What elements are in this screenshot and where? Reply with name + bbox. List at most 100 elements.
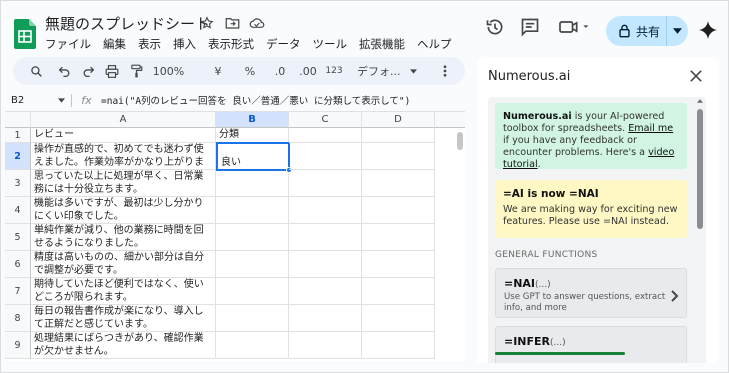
undo-icon[interactable] xyxy=(53,60,75,82)
zoom-select[interactable]: 100% xyxy=(153,60,191,82)
close-panel-icon[interactable] xyxy=(686,66,706,86)
cell-d7[interactable] xyxy=(362,278,435,305)
formula-input[interactable]: =nai("A列のレビュー回答を 良い／普通／悪い に分類して表示して") xyxy=(101,93,410,107)
cloud-status-icon[interactable] xyxy=(249,15,265,31)
cell-c3[interactable] xyxy=(289,170,362,197)
grid-vertical-scrollbar[interactable] xyxy=(456,130,464,350)
increase-decimal-button[interactable]: .00 xyxy=(297,60,319,82)
function-card-infer[interactable]: =INFER(...) xyxy=(495,326,687,363)
cell-c9[interactable] xyxy=(289,332,362,359)
redo-icon[interactable] xyxy=(77,60,99,82)
gemini-sparkle-icon[interactable] xyxy=(698,20,718,44)
menu-extensions[interactable]: 拡張機能 xyxy=(359,36,405,52)
cell-a5[interactable]: 単純作業が減り、他の業務に時間を回せるようになりました。 xyxy=(31,224,216,251)
column-header-d[interactable]: D xyxy=(362,112,435,128)
cell-reference: B2 xyxy=(11,94,25,106)
name-box[interactable]: B2 xyxy=(5,91,71,109)
cell-b7[interactable] xyxy=(216,278,289,305)
row-header[interactable]: 6 xyxy=(5,251,31,278)
grid-scroll-thumb[interactable] xyxy=(457,132,463,150)
panel-scroll-up-icon[interactable] xyxy=(697,99,703,103)
cell-c4[interactable] xyxy=(289,197,362,224)
row-header[interactable]: 1 xyxy=(5,128,31,143)
menu-insert[interactable]: 挿入 xyxy=(173,36,196,52)
menu-help[interactable]: ヘルプ xyxy=(417,36,452,52)
cell-d8[interactable] xyxy=(362,305,435,332)
print-icon[interactable] xyxy=(101,60,123,82)
search-menus-icon[interactable] xyxy=(25,60,47,82)
meet-video-icon[interactable] xyxy=(558,17,592,41)
cell-a7[interactable]: 期待していたほど便利ではなく、使いどころが限られます。 xyxy=(31,278,216,305)
column-header-b[interactable]: B xyxy=(216,112,289,128)
cell-d3[interactable] xyxy=(362,170,435,197)
select-all-corner[interactable] xyxy=(5,112,31,128)
menu-format[interactable]: 表示形式 xyxy=(208,36,254,52)
percent-format-button[interactable]: % xyxy=(239,60,261,82)
cell-b4[interactable] xyxy=(216,197,289,224)
cell-b2[interactable]: 良い xyxy=(216,142,290,171)
cell-d2[interactable] xyxy=(362,143,435,170)
comments-icon[interactable] xyxy=(520,17,540,41)
function-card-nai[interactable]: =NAI(...) Use GPT to answer questions, e… xyxy=(495,268,687,318)
column-header-a[interactable]: A xyxy=(31,112,216,128)
panel-scroll-thumb[interactable] xyxy=(697,109,703,229)
row-header[interactable]: 8 xyxy=(5,305,31,332)
cell-a1[interactable]: レビュー xyxy=(31,128,216,143)
cell-d1[interactable] xyxy=(362,128,435,143)
menu-bar: ファイル 編集 表示 挿入 表示形式 データ ツール 拡張機能 ヘルプ xyxy=(45,36,452,52)
cell-d5[interactable] xyxy=(362,224,435,251)
font-select[interactable]: デフォ... xyxy=(357,60,417,82)
menu-view[interactable]: 表示 xyxy=(138,36,161,52)
cell-a6[interactable]: 精度は高いものの、細かい部分は自分で調整が必要です。 xyxy=(31,251,216,278)
row-header[interactable]: 7 xyxy=(5,278,31,305)
column-header-c[interactable]: C xyxy=(289,112,362,128)
menu-data[interactable]: データ xyxy=(266,36,301,52)
number-format-button[interactable]: 123 xyxy=(323,60,345,82)
row-header[interactable]: 4 xyxy=(5,197,31,224)
share-button[interactable]: 共有 xyxy=(606,16,688,46)
version-history-icon[interactable] xyxy=(485,17,505,41)
document-title[interactable]: 無題のスプレッドシート xyxy=(45,13,210,34)
star-icon[interactable] xyxy=(199,15,215,31)
cell-a2[interactable]: 操作が直感的で、初めてでも迷わず使えました。作業効率がかなり上がります。 xyxy=(31,143,216,170)
cell-c5[interactable] xyxy=(289,224,362,251)
menu-file[interactable]: ファイル xyxy=(45,36,91,52)
cell-b5[interactable] xyxy=(216,224,289,251)
cell-a9[interactable]: 処理結果にばらつきがあり、確認作業が欠かせません。 xyxy=(31,332,216,359)
scroll-up-arrow-icon[interactable] xyxy=(457,350,463,361)
cell-a3[interactable]: 思っていた以上に処理が早く、日常業務には十分役立ちます。 xyxy=(31,170,216,197)
cell-c6[interactable] xyxy=(289,251,362,278)
row-header[interactable]: 9 xyxy=(5,332,31,359)
cell-d6[interactable] xyxy=(362,251,435,278)
paint-format-icon[interactable] xyxy=(125,60,147,82)
row-header[interactable]: 5 xyxy=(5,224,31,251)
cell-c7[interactable] xyxy=(289,278,362,305)
more-options-icon[interactable] xyxy=(434,60,456,82)
move-folder-icon[interactable] xyxy=(224,15,240,31)
cell-b6[interactable] xyxy=(216,251,289,278)
cell-d9[interactable] xyxy=(362,332,435,359)
email-me-link[interactable]: Email me xyxy=(628,123,673,134)
menu-tools[interactable]: ツール xyxy=(313,36,348,52)
cell-c2[interactable] xyxy=(289,143,362,170)
cell-a8[interactable]: 毎日の報告書作成が楽になり、導入して正解だと感じています。 xyxy=(31,305,216,332)
currency-format-button[interactable]: ¥ xyxy=(207,60,229,82)
general-functions-heading: GENERAL FUNCTIONS xyxy=(495,250,598,260)
row-header[interactable]: 3 xyxy=(5,170,31,197)
cell-b8[interactable] xyxy=(216,305,289,332)
cell-a4[interactable]: 機能は多いですが、最初は少し分かりにくい印象でした。 xyxy=(31,197,216,224)
cell-b3[interactable] xyxy=(216,170,289,197)
panel-title: Numerous.ai xyxy=(488,69,571,84)
cell-c1[interactable] xyxy=(289,128,362,143)
cell-c8[interactable] xyxy=(289,305,362,332)
decrease-decimal-button[interactable]: .0 xyxy=(269,60,291,82)
share-main[interactable]: 共有 xyxy=(606,16,666,46)
row-header[interactable]: 2 xyxy=(5,143,31,170)
share-dropdown-icon[interactable] xyxy=(667,16,688,46)
menu-edit[interactable]: 編集 xyxy=(103,36,126,52)
sheets-logo-icon[interactable] xyxy=(14,19,36,49)
cell-d4[interactable] xyxy=(362,197,435,224)
cell-b1[interactable]: 分類 xyxy=(216,128,289,143)
cell-b9[interactable] xyxy=(216,332,289,359)
panel-scrollbar[interactable] xyxy=(696,99,704,357)
